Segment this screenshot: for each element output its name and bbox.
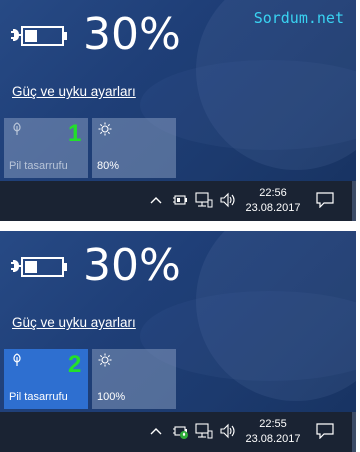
battery-plug-icon <box>11 26 67 46</box>
brightness-tile[interactable]: 80% <box>92 118 176 178</box>
taskbar: 22:55 23.08.2017 <box>0 412 356 452</box>
annotation-number: 1 <box>68 120 82 147</box>
battery-icon[interactable] <box>172 193 188 207</box>
action-center-icon[interactable] <box>316 423 334 439</box>
watermark: Sordum.net <box>253 9 344 27</box>
battery-saver-tray-icon[interactable] <box>172 424 190 440</box>
clock-date: 23.08.2017 <box>245 433 301 445</box>
power-sleep-settings-link[interactable]: Güç ve uyku ayarları <box>12 84 136 99</box>
clock-date: 23.08.2017 <box>245 202 301 214</box>
sun-icon <box>98 122 112 136</box>
clock-time: 22:56 <box>259 187 287 199</box>
chevron-up-icon[interactable] <box>150 427 162 435</box>
show-desktop-button[interactable] <box>352 412 356 452</box>
battery-plug-icon <box>11 257 67 277</box>
power-sleep-settings-link[interactable]: Güç ve uyku ayarları <box>12 315 136 330</box>
annotation-number: 2 <box>68 351 82 378</box>
battery-saver-label: Pil tasarrufu <box>9 160 68 172</box>
chevron-up-icon[interactable] <box>150 196 162 204</box>
battery-percentage: 30% <box>83 240 181 291</box>
show-desktop-button[interactable] <box>352 181 356 221</box>
volume-icon[interactable] <box>219 192 237 208</box>
battery-saver-tile[interactable]: Pil tasarrufu 2 <box>4 349 88 409</box>
brightness-tile[interactable]: 100% <box>92 349 176 409</box>
action-center-icon[interactable] <box>316 192 334 208</box>
taskbar: 22:56 23.08.2017 <box>0 181 356 221</box>
clock-time: 22:55 <box>259 418 287 430</box>
brightness-value: 100% <box>97 391 126 403</box>
sun-icon <box>98 353 112 367</box>
network-icon[interactable] <box>195 423 213 439</box>
battery-saver-tile[interactable]: Pil tasarrufu 1 <box>4 118 88 178</box>
leaf-icon <box>13 122 21 135</box>
battery-saver-label: Pil tasarrufu <box>9 391 68 403</box>
network-icon[interactable] <box>195 192 213 208</box>
battery-flyout-after: 30% Güç ve uyku ayarları Pil tasarrufu 2… <box>0 231 356 452</box>
system-clock[interactable]: 22:55 23.08.2017 <box>240 417 306 447</box>
battery-flyout-before: Sordum.net 30% Güç ve uyku ayarları Pil … <box>0 0 356 221</box>
battery-percentage: 30% <box>83 9 181 60</box>
brightness-value: 80% <box>97 160 120 172</box>
volume-icon[interactable] <box>219 423 237 439</box>
leaf-icon <box>13 353 21 366</box>
system-clock[interactable]: 22:56 23.08.2017 <box>240 186 306 216</box>
